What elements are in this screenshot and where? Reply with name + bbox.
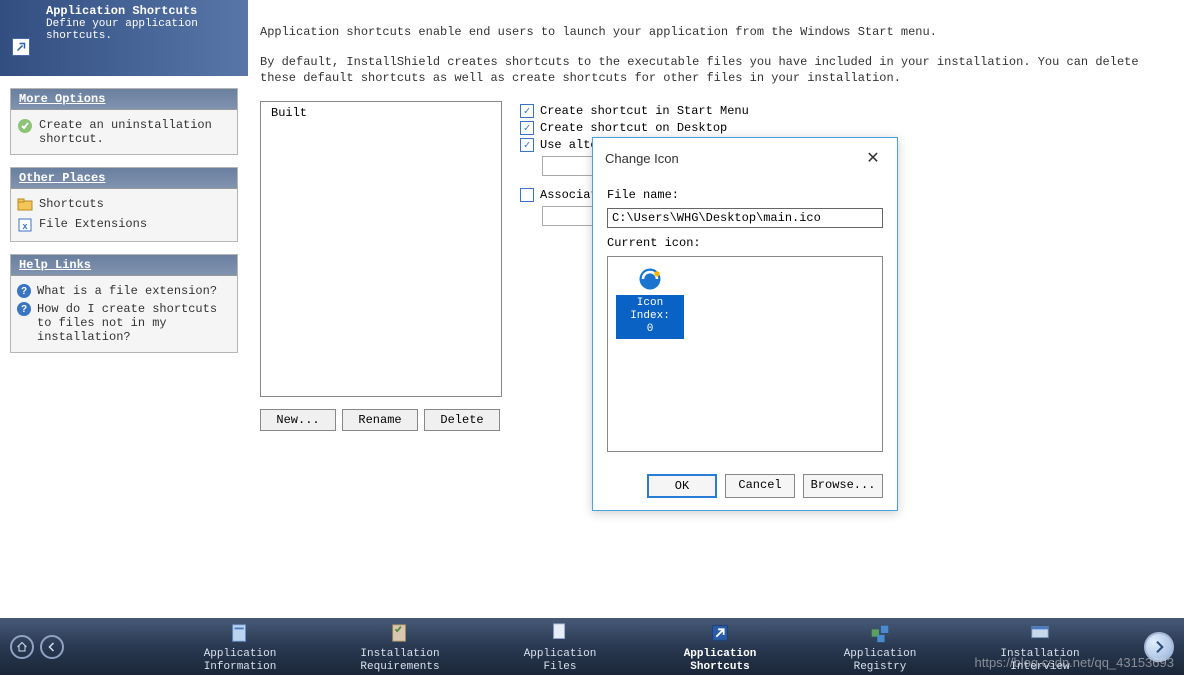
nav-label: Application (204, 648, 277, 660)
nav-app-shortcuts[interactable]: Application Shortcuts (640, 619, 800, 673)
panel-item-label: File Extensions (39, 217, 231, 231)
shortcut-arrow-icon (12, 38, 30, 56)
nav-label: Shortcuts (690, 661, 749, 673)
start-menu-checkbox[interactable]: ✓ (520, 104, 534, 118)
close-icon[interactable]: ✕ (861, 148, 885, 168)
panel-help-links: Help Links ? What is a file extension? ?… (10, 254, 238, 353)
checkbox-label: Create shortcut in Start Menu (540, 104, 749, 118)
panel-item-label: What is a file extension? (37, 284, 231, 298)
sidebar-subtitle: Define your application shortcuts. (46, 18, 240, 42)
intro-text-2: By default, InstallShield creates shortc… (260, 54, 1164, 86)
nav-label: Registry (854, 661, 907, 673)
panel-header: Other Places (11, 168, 237, 189)
panel-other-places: Other Places Shortcuts x File Extensions (10, 167, 238, 242)
requirements-icon (386, 621, 414, 645)
interview-icon (1026, 621, 1054, 645)
icon-index-value: 0 (647, 323, 654, 335)
panel-item-label: Shortcuts (39, 197, 231, 211)
nav-label: Information (204, 661, 277, 673)
file-extensions-link[interactable]: x File Extensions (17, 215, 231, 235)
watermark: https://blog.csdn.net/qq_43153693 (975, 655, 1175, 670)
ie-swirl-icon (636, 265, 664, 293)
dialog-title: Change Icon (605, 151, 679, 166)
ok-button[interactable]: OK (647, 474, 717, 498)
nav-install-requirements[interactable]: Installation Requirements (320, 619, 480, 673)
browse-button[interactable]: Browse... (803, 474, 883, 498)
panel-header: Help Links (11, 255, 237, 276)
registry-icon (866, 621, 894, 645)
checkbox-label: Create shortcut on Desktop (540, 121, 727, 135)
nav-label: Installation (360, 648, 439, 660)
icon-index-label: Icon Index: (630, 297, 670, 322)
file-name-label: File name: (607, 188, 883, 202)
list-item[interactable]: Built (271, 106, 491, 120)
svg-text:x: x (22, 221, 27, 231)
home-button[interactable] (10, 635, 34, 659)
nav-label: Requirements (360, 661, 439, 673)
delete-button[interactable]: Delete (424, 409, 500, 431)
panel-header: More Options (11, 89, 237, 110)
panel-more-options: More Options Create an uninstallation sh… (10, 88, 238, 155)
rename-button[interactable]: Rename (342, 409, 418, 431)
icon-list[interactable]: Icon Index: 0 (607, 256, 883, 452)
desktop-checkbox[interactable]: ✓ (520, 121, 534, 135)
nav-app-registry[interactable]: Application Registry (800, 619, 960, 673)
sidebar-title: Application Shortcuts (46, 4, 240, 18)
shortcuts-listbox[interactable]: Built (260, 101, 502, 397)
file-extension-icon: x (17, 217, 33, 233)
left-sidebar: Application Shortcuts Define your applic… (0, 0, 248, 618)
nav-label: Application (684, 648, 757, 660)
help-create-shortcut-link[interactable]: ? How do I create shortcuts to files not… (17, 300, 231, 346)
app-info-icon (226, 621, 254, 645)
help-file-extension-link[interactable]: ? What is a file extension? (17, 282, 231, 300)
change-icon-dialog: Change Icon ✕ File name: Current icon: I… (592, 137, 898, 511)
panel-item-label: Create an uninstallation shortcut. (39, 118, 231, 146)
icon-item-selected[interactable]: Icon Index: 0 (616, 265, 684, 339)
uninstall-icon (17, 118, 33, 134)
back-button[interactable] (40, 635, 64, 659)
nav-label: Application (524, 648, 597, 660)
associate-checkbox[interactable] (520, 188, 534, 202)
help-icon: ? (17, 284, 31, 298)
nav-label: Files (543, 661, 576, 673)
help-icon: ? (17, 302, 31, 316)
create-uninstall-shortcut-link[interactable]: Create an uninstallation shortcut. (17, 116, 231, 148)
alt-icon-checkbox[interactable]: ✓ (520, 138, 534, 152)
nav-label: Application (844, 648, 917, 660)
files-icon (546, 621, 574, 645)
sidebar-header: Application Shortcuts Define your applic… (0, 0, 248, 76)
file-name-input[interactable] (607, 208, 883, 228)
cancel-button[interactable]: Cancel (725, 474, 795, 498)
new-button[interactable]: New... (260, 409, 336, 431)
nav-app-files[interactable]: Application Files (480, 619, 640, 673)
nav-app-information[interactable]: Application Information (160, 619, 320, 673)
current-icon-label: Current icon: (607, 236, 883, 250)
folder-icon (17, 197, 33, 213)
intro-text-1: Application shortcuts enable end users t… (260, 24, 1164, 40)
shortcuts-icon (706, 621, 734, 645)
panel-item-label: How do I create shortcuts to files not i… (37, 302, 231, 344)
shortcuts-link[interactable]: Shortcuts (17, 195, 231, 215)
